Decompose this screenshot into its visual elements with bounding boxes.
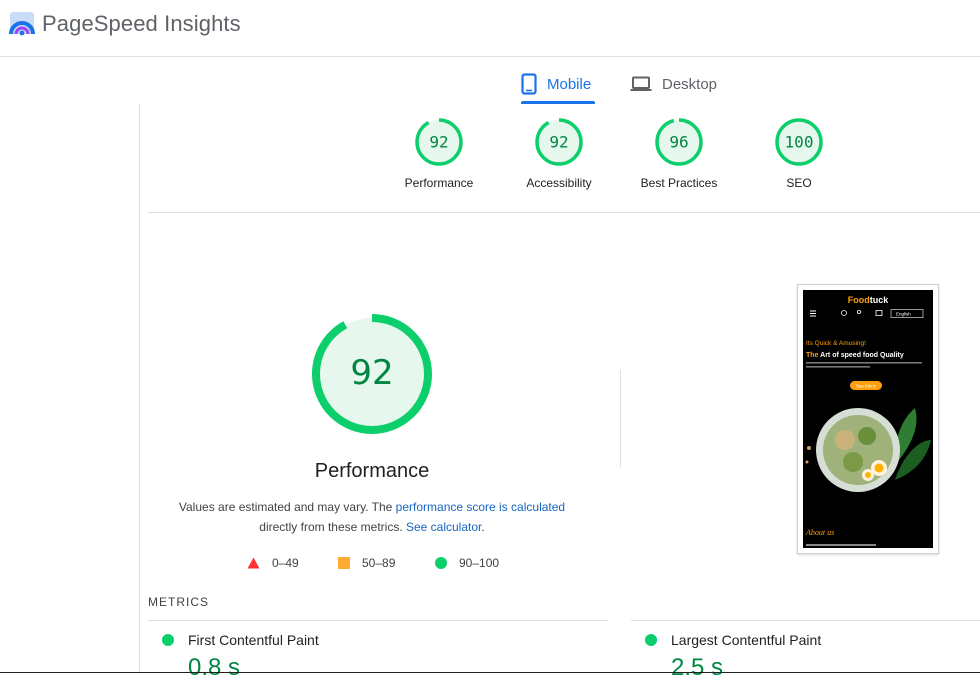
see-calculator-link[interactable]: See calculator: [406, 520, 481, 534]
metric-label: Largest Contentful Paint: [671, 632, 822, 648]
triangle-icon: [247, 557, 260, 569]
circle-icon: [435, 557, 447, 569]
score-gauge: 92: [535, 118, 583, 166]
language-label: English: [896, 312, 911, 317]
metric-lcp: Largest Contentful Paint: [645, 632, 821, 648]
score-label: Performance: [404, 176, 474, 190]
metrics-divider: [148, 620, 608, 621]
score-label: SEO: [786, 176, 812, 190]
middle-divider: [620, 370, 621, 467]
metrics-divider: [631, 620, 980, 621]
left-divider: [139, 104, 140, 673]
tab-desktop-label: Desktop: [662, 75, 718, 93]
brand-food: Food: [848, 295, 870, 305]
performance-heading: Performance: [314, 460, 430, 482]
desc-text: .: [481, 520, 485, 534]
heading-the: The: [806, 352, 819, 359]
legend-average: 50–89: [338, 556, 395, 570]
scores-divider: [148, 212, 980, 213]
score-gauge: 96: [655, 118, 703, 166]
score-label: Best Practices: [640, 176, 718, 190]
legend-pass: 90–100: [435, 556, 499, 570]
tab-desktop[interactable]: Desktop: [630, 64, 717, 104]
performance-description: Values are estimated and may vary. The p…: [160, 497, 584, 537]
svg-text:The Art of speed food Quality: The Art of speed food Quality: [806, 352, 904, 359]
score-gauge: 100: [775, 118, 823, 166]
score-value: 92: [429, 133, 448, 152]
bag-icon: [875, 310, 883, 316]
top-bar: PageSpeed Insights: [0, 0, 980, 57]
svg-text:Foodtuck: Foodtuck: [848, 295, 890, 305]
desc-text: Values are estimated and may vary. The: [178, 500, 396, 514]
legend-range: 50–89: [362, 556, 396, 570]
desc-text: directly from these metrics.: [259, 520, 406, 534]
score-best-practices[interactable]: 96 Best Practices: [629, 117, 729, 190]
legend-fail: 0–49: [247, 556, 299, 570]
pass-circle-icon: [162, 634, 174, 646]
legend-range: 0–49: [272, 556, 299, 570]
tagline: Its Quick & Amusing!: [806, 340, 866, 347]
score-label: Accessibility: [526, 176, 592, 190]
search-icon: [841, 310, 847, 316]
heading-rest: Art of speed food Quality: [818, 352, 903, 359]
user-icon: [857, 309, 862, 314]
metric-value: 2.5 s: [671, 654, 724, 681]
legend-range: 90–100: [459, 556, 500, 570]
metric-label: First Contentful Paint: [188, 632, 319, 648]
tab-mobile-label: Mobile: [547, 75, 592, 93]
score-value: 100: [785, 133, 814, 152]
screenshot-content: Foodtuck English Its Quick & Amusing! Th…: [803, 290, 933, 548]
performance-score: 92: [350, 353, 393, 393]
smartphone-icon: [521, 73, 537, 95]
score-performance[interactable]: 92 Performance: [389, 117, 489, 190]
score-gauge: 92: [415, 118, 463, 166]
brand-tuck: tuck: [870, 295, 890, 305]
metric-value: 0.8 s: [188, 654, 241, 681]
performance-gauge: 92: [312, 314, 432, 434]
laptop-icon: [630, 76, 652, 91]
score-seo[interactable]: 100 SEO: [749, 117, 849, 190]
tab-mobile[interactable]: Mobile: [521, 64, 595, 104]
menu-icon: [810, 310, 816, 317]
metrics-heading: METRICS: [148, 595, 209, 609]
score-value: 92: [549, 133, 568, 152]
app-title[interactable]: PageSpeed Insights: [42, 11, 241, 37]
screenshot-drawing: Foodtuck English Its Quick & Amusing! Th…: [805, 295, 931, 546]
about-heading: About us: [805, 528, 834, 537]
page-screenshot[interactable]: Foodtuck English Its Quick & Amusing! Th…: [797, 284, 939, 554]
score-accessibility[interactable]: 92 Accessibility: [509, 117, 609, 190]
pagespeed-logo-icon[interactable]: [9, 10, 35, 36]
score-value: 96: [669, 133, 688, 152]
performance-score-link[interactable]: performance score is calculated: [396, 500, 565, 514]
metric-fcp: First Contentful Paint: [162, 632, 319, 648]
square-icon: [338, 557, 350, 569]
see-menu-label: See Menu: [856, 384, 877, 389]
pass-circle-icon: [645, 634, 657, 646]
